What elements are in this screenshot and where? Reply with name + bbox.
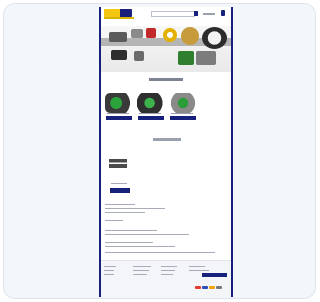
content-text — [105, 220, 123, 221]
webpage-preview[interactable] — [99, 7, 233, 297]
header-nav-item[interactable] — [203, 13, 215, 15]
product-button[interactable] — [138, 116, 164, 120]
site-footer — [101, 260, 231, 297]
footer-link[interactable] — [189, 270, 209, 271]
payment-icon — [209, 286, 215, 289]
content-text — [105, 246, 175, 247]
footer-link[interactable] — [161, 274, 173, 275]
product-title[interactable] — [171, 113, 193, 114]
site-logo[interactable] — [104, 9, 132, 17]
hero-product-image — [109, 32, 127, 42]
product-button[interactable] — [170, 116, 196, 120]
hero-product-image — [202, 27, 227, 49]
footer-link[interactable] — [133, 274, 147, 275]
featured-heading — [149, 78, 183, 81]
content-text — [105, 252, 215, 253]
product-image[interactable] — [105, 93, 133, 113]
brand-logo — [109, 159, 127, 168]
footer-link[interactable] — [133, 270, 149, 271]
section-heading — [153, 138, 181, 141]
payment-icon — [202, 286, 208, 289]
hero-product-image — [163, 28, 177, 42]
hero-product-image — [134, 51, 144, 61]
hero-product-image — [181, 27, 199, 45]
newsletter-button[interactable] — [202, 273, 227, 277]
hero-product-image — [131, 29, 143, 38]
product-card[interactable] — [169, 91, 197, 120]
hero-banner[interactable] — [101, 26, 231, 72]
footer-heading — [189, 266, 205, 267]
info-text — [111, 183, 127, 184]
product-image[interactable] — [169, 93, 197, 113]
product-card[interactable] — [137, 91, 165, 120]
product-card[interactable] — [105, 91, 133, 120]
hero-product-image — [178, 51, 194, 65]
footer-heading — [133, 266, 151, 267]
logo-tagline — [104, 17, 134, 19]
content-text — [105, 230, 157, 231]
footer-heading — [104, 266, 116, 267]
hero-product-image — [146, 28, 156, 38]
payment-icon — [195, 286, 201, 289]
cart-icon[interactable] — [221, 10, 225, 16]
hero-product-image — [196, 51, 216, 65]
product-title[interactable] — [139, 113, 161, 114]
content-text — [105, 212, 145, 213]
payment-icon — [216, 286, 222, 289]
content-text — [105, 204, 135, 205]
product-button[interactable] — [106, 116, 132, 120]
info-button[interactable] — [110, 188, 130, 193]
content-text — [105, 208, 165, 209]
footer-link[interactable] — [161, 270, 175, 271]
footer-link[interactable] — [104, 270, 114, 271]
product-title[interactable] — [107, 113, 129, 114]
content-text — [105, 234, 189, 235]
search-input[interactable] — [151, 11, 195, 17]
content-text — [105, 242, 153, 243]
product-image[interactable] — [137, 93, 165, 113]
search-icon[interactable] — [194, 11, 198, 16]
footer-link[interactable] — [104, 274, 114, 275]
footer-heading — [161, 266, 177, 267]
hero-product-image — [111, 50, 127, 60]
